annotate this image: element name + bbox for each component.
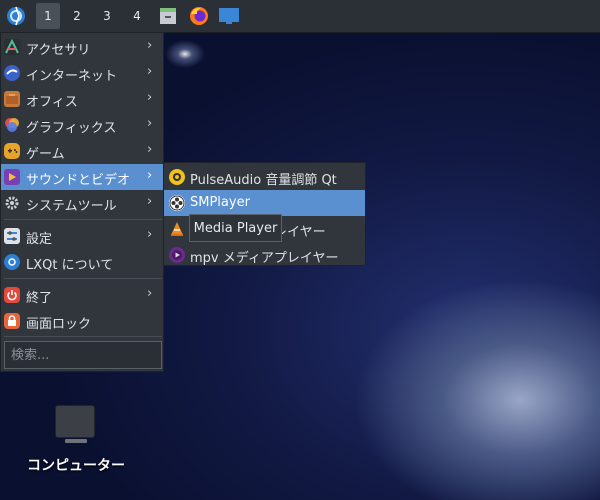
desktop-switch-2[interactable]: 2: [65, 3, 89, 29]
menu-item-sound-video[interactable]: サウンドとビデオ ›: [1, 164, 165, 190]
menu-item-games[interactable]: ゲーム ›: [1, 138, 165, 164]
desktop-switch-1[interactable]: 1: [36, 3, 60, 29]
menu-search-box[interactable]: [4, 341, 167, 369]
menu-item-label: ゲーム: [26, 147, 65, 162]
lxqt-about-icon: [4, 254, 20, 270]
menu-item-label: オフィス: [26, 95, 78, 110]
menu-item-graphics[interactable]: グラフィックス ›: [1, 112, 165, 138]
submenu-item-smplayer[interactable]: SMPlayer: [164, 190, 365, 216]
menu-item-label: 画面ロック: [26, 317, 92, 332]
chevron-right-icon: ›: [147, 142, 153, 157]
firefox-icon[interactable]: [187, 3, 211, 29]
chevron-right-icon: ›: [147, 286, 153, 301]
lxqt-logo-icon[interactable]: [2, 3, 30, 29]
desktop-icon-label: コンピューター: [27, 458, 125, 474]
system-tools-icon: [4, 195, 20, 211]
chevron-right-icon: ›: [147, 38, 153, 53]
menu-item-system-tools[interactable]: システムツール ›: [1, 190, 165, 216]
chevron-right-icon: ›: [147, 90, 153, 105]
chevron-right-icon: ›: [147, 116, 153, 131]
menu-separator: [4, 278, 162, 279]
pulseaudio-icon: [169, 169, 185, 185]
vlc-icon: [169, 221, 185, 237]
menu-item-office[interactable]: オフィス ›: [1, 86, 165, 112]
menu-item-logout[interactable]: 終了 ›: [1, 282, 165, 308]
submenu-item-label: PulseAudio 音量調節 Qt: [190, 173, 337, 188]
accessories-icon: [4, 39, 20, 55]
settings-icon: [4, 228, 20, 244]
menu-item-label: システムツール: [26, 199, 117, 214]
menu-item-label: サウンドとビデオ: [26, 173, 131, 188]
chevron-right-icon: ›: [147, 227, 153, 242]
power-icon: [4, 287, 20, 303]
application-menu: アクセサリ › インターネット › オフィス › グラフィックス › ゲーム ›…: [0, 32, 167, 372]
star-glare: [165, 40, 205, 68]
lock-icon: [4, 313, 20, 329]
chevron-right-icon: ›: [147, 64, 153, 79]
menu-separator: [4, 336, 162, 337]
graphics-icon: [4, 117, 20, 133]
taskbar-panel: 1 2 3 4: [0, 0, 600, 33]
internet-icon: [4, 65, 20, 81]
menu-item-label: 終了: [26, 291, 53, 306]
file-manager-icon[interactable]: [156, 3, 180, 29]
menu-item-settings[interactable]: 設定 ›: [1, 223, 165, 249]
menu-item-internet[interactable]: インターネット ›: [1, 60, 165, 86]
menu-item-label: LXQt について: [26, 258, 114, 273]
desktop-switch-4[interactable]: 4: [125, 3, 149, 29]
chevron-right-icon: ›: [147, 168, 153, 183]
menu-item-accessories[interactable]: アクセサリ ›: [1, 34, 165, 60]
submenu-item-label: SMPlayer: [190, 195, 250, 210]
tooltip: Media Player: [189, 214, 282, 242]
desktop-switch-3[interactable]: 3: [95, 3, 119, 29]
office-icon: [4, 91, 20, 107]
chevron-right-icon: ›: [147, 194, 153, 209]
games-icon: [4, 143, 20, 159]
submenu-item-pulseaudio[interactable]: PulseAudio 音量調節 Qt: [164, 164, 365, 190]
menu-item-lock-screen[interactable]: 画面ロック: [1, 308, 165, 334]
menu-item-label: 設定: [26, 232, 53, 247]
smplayer-icon: [169, 195, 185, 211]
submenu-item-label: mpv メディアプレイヤー: [190, 251, 339, 266]
show-desktop-icon[interactable]: [216, 3, 242, 29]
submenu-item-mpv[interactable]: mpv メディアプレイヤー: [164, 242, 365, 268]
menu-item-label: インターネット: [26, 69, 118, 84]
menu-item-label: グラフィックス: [26, 121, 117, 136]
computer-icon: [55, 405, 95, 443]
menu-item-about-lxqt[interactable]: LXQt について: [1, 249, 165, 275]
search-input[interactable]: [5, 342, 167, 368]
mpv-icon: [169, 247, 185, 263]
menu-item-label: アクセサリ: [26, 43, 91, 58]
menu-separator: [4, 219, 162, 220]
multimedia-icon: [4, 169, 20, 185]
